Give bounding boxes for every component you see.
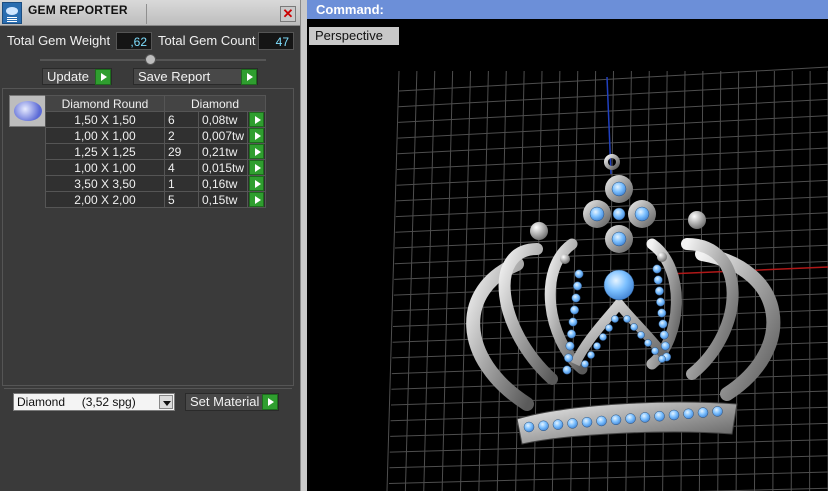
- command-label: Command:: [316, 2, 384, 17]
- panel-divider: [4, 388, 292, 389]
- play-icon: [241, 69, 257, 85]
- row-select-button[interactable]: [247, 127, 267, 144]
- row-select-button[interactable]: [247, 143, 267, 160]
- table-row[interactable]: 2,00 X 2,00 5 0,15tw: [45, 191, 267, 208]
- total-weight-label: Total Gem Weight: [7, 33, 111, 48]
- row-select-button[interactable]: [247, 191, 267, 208]
- gem-count: 5: [164, 191, 199, 208]
- table-row[interactable]: 1,00 X 1,00 4 0,015tw: [45, 159, 267, 176]
- title-divider: [146, 4, 147, 24]
- total-count-label: Total Gem Count: [158, 33, 256, 48]
- column-header-stone: Diamond: [163, 95, 267, 112]
- gem-table: Diamond Round Diamond 1,50 X 1,50 6 0,08…: [45, 95, 267, 208]
- play-icon: [249, 160, 265, 175]
- gem-size: 1,00 X 1,00: [45, 159, 165, 176]
- gem-weight: 0,015tw: [197, 159, 249, 176]
- gem-count: 1: [164, 175, 199, 192]
- gem-size: 1,25 X 1,25: [45, 143, 165, 160]
- table-row[interactable]: 1,50 X 1,50 6 0,08tw: [45, 111, 267, 128]
- set-material-label: Set Material: [190, 394, 260, 409]
- row-select-button[interactable]: [247, 159, 267, 176]
- gem-reporter-icon: [2, 2, 22, 24]
- table-row[interactable]: 1,25 X 1,25 29 0,21tw: [45, 143, 267, 160]
- play-icon: [249, 144, 265, 159]
- chevron-down-icon[interactable]: [159, 395, 173, 409]
- play-icon: [249, 128, 265, 143]
- update-button-label: Update: [47, 69, 89, 84]
- totals-row: Total Gem Weight ,62 Total Gem Count 47: [0, 32, 300, 50]
- gem-size: 1,00 X 1,00: [45, 127, 165, 144]
- gem-weight: 0,21tw: [197, 143, 249, 160]
- table-row[interactable]: 3,50 X 3,50 1 0,16tw: [45, 175, 267, 192]
- gem-size: 3,50 X 3,50: [45, 175, 165, 192]
- gem-size: 2,00 X 2,00: [45, 191, 165, 208]
- close-icon[interactable]: ✕: [280, 6, 296, 22]
- crown-pendant-model: [466, 154, 781, 445]
- total-weight-value: ,62: [116, 32, 152, 50]
- play-icon: [249, 176, 265, 191]
- gem-weight: 0,08tw: [197, 111, 249, 128]
- gem-count: 2: [164, 127, 199, 144]
- title-bar: GEM REPORTER ✕: [0, 0, 300, 26]
- gem-reporter-panel: GEM REPORTER ✕ Total Gem Weight ,62 Tota…: [0, 0, 300, 491]
- gem-weight: 0,15tw: [197, 191, 249, 208]
- column-header-shape: Diamond Round: [45, 95, 165, 112]
- row-select-button[interactable]: [247, 175, 267, 192]
- gem-count: 6: [164, 111, 199, 128]
- row-select-button[interactable]: [247, 111, 267, 128]
- set-material-button[interactable]: Set Material: [185, 393, 279, 411]
- play-icon: [249, 192, 265, 207]
- slider-thumb[interactable]: [145, 54, 156, 65]
- viewport-scene: [386, 66, 828, 491]
- total-count-value: 47: [258, 32, 294, 50]
- play-icon: [249, 112, 265, 127]
- save-report-label: Save Report: [138, 69, 211, 84]
- gem-weight: 0,16tw: [197, 175, 249, 192]
- material-select-value: Diamond (3,52 spg): [17, 395, 136, 409]
- gem-count: 4: [164, 159, 199, 176]
- gem-count: 29: [164, 143, 199, 160]
- material-select[interactable]: Diamond (3,52 spg): [13, 393, 175, 411]
- panel-splitter[interactable]: [300, 0, 307, 491]
- table-row[interactable]: 1,00 X 1,00 2 0,007tw: [45, 127, 267, 144]
- perspective-viewport[interactable]: Perspective: [307, 19, 828, 491]
- panel-title: GEM REPORTER: [28, 3, 128, 17]
- command-bar[interactable]: Command:: [307, 0, 828, 19]
- gem-size: 1,50 X 1,50: [45, 111, 165, 128]
- tab-perspective[interactable]: Perspective: [309, 27, 399, 45]
- save-report-button[interactable]: Save Report: [133, 68, 258, 85]
- gem-weight: 0,007tw: [197, 127, 249, 144]
- play-icon: [262, 394, 278, 410]
- play-icon: [95, 69, 111, 85]
- diamond-gem-icon[interactable]: [9, 95, 47, 127]
- update-button[interactable]: Update: [42, 68, 112, 85]
